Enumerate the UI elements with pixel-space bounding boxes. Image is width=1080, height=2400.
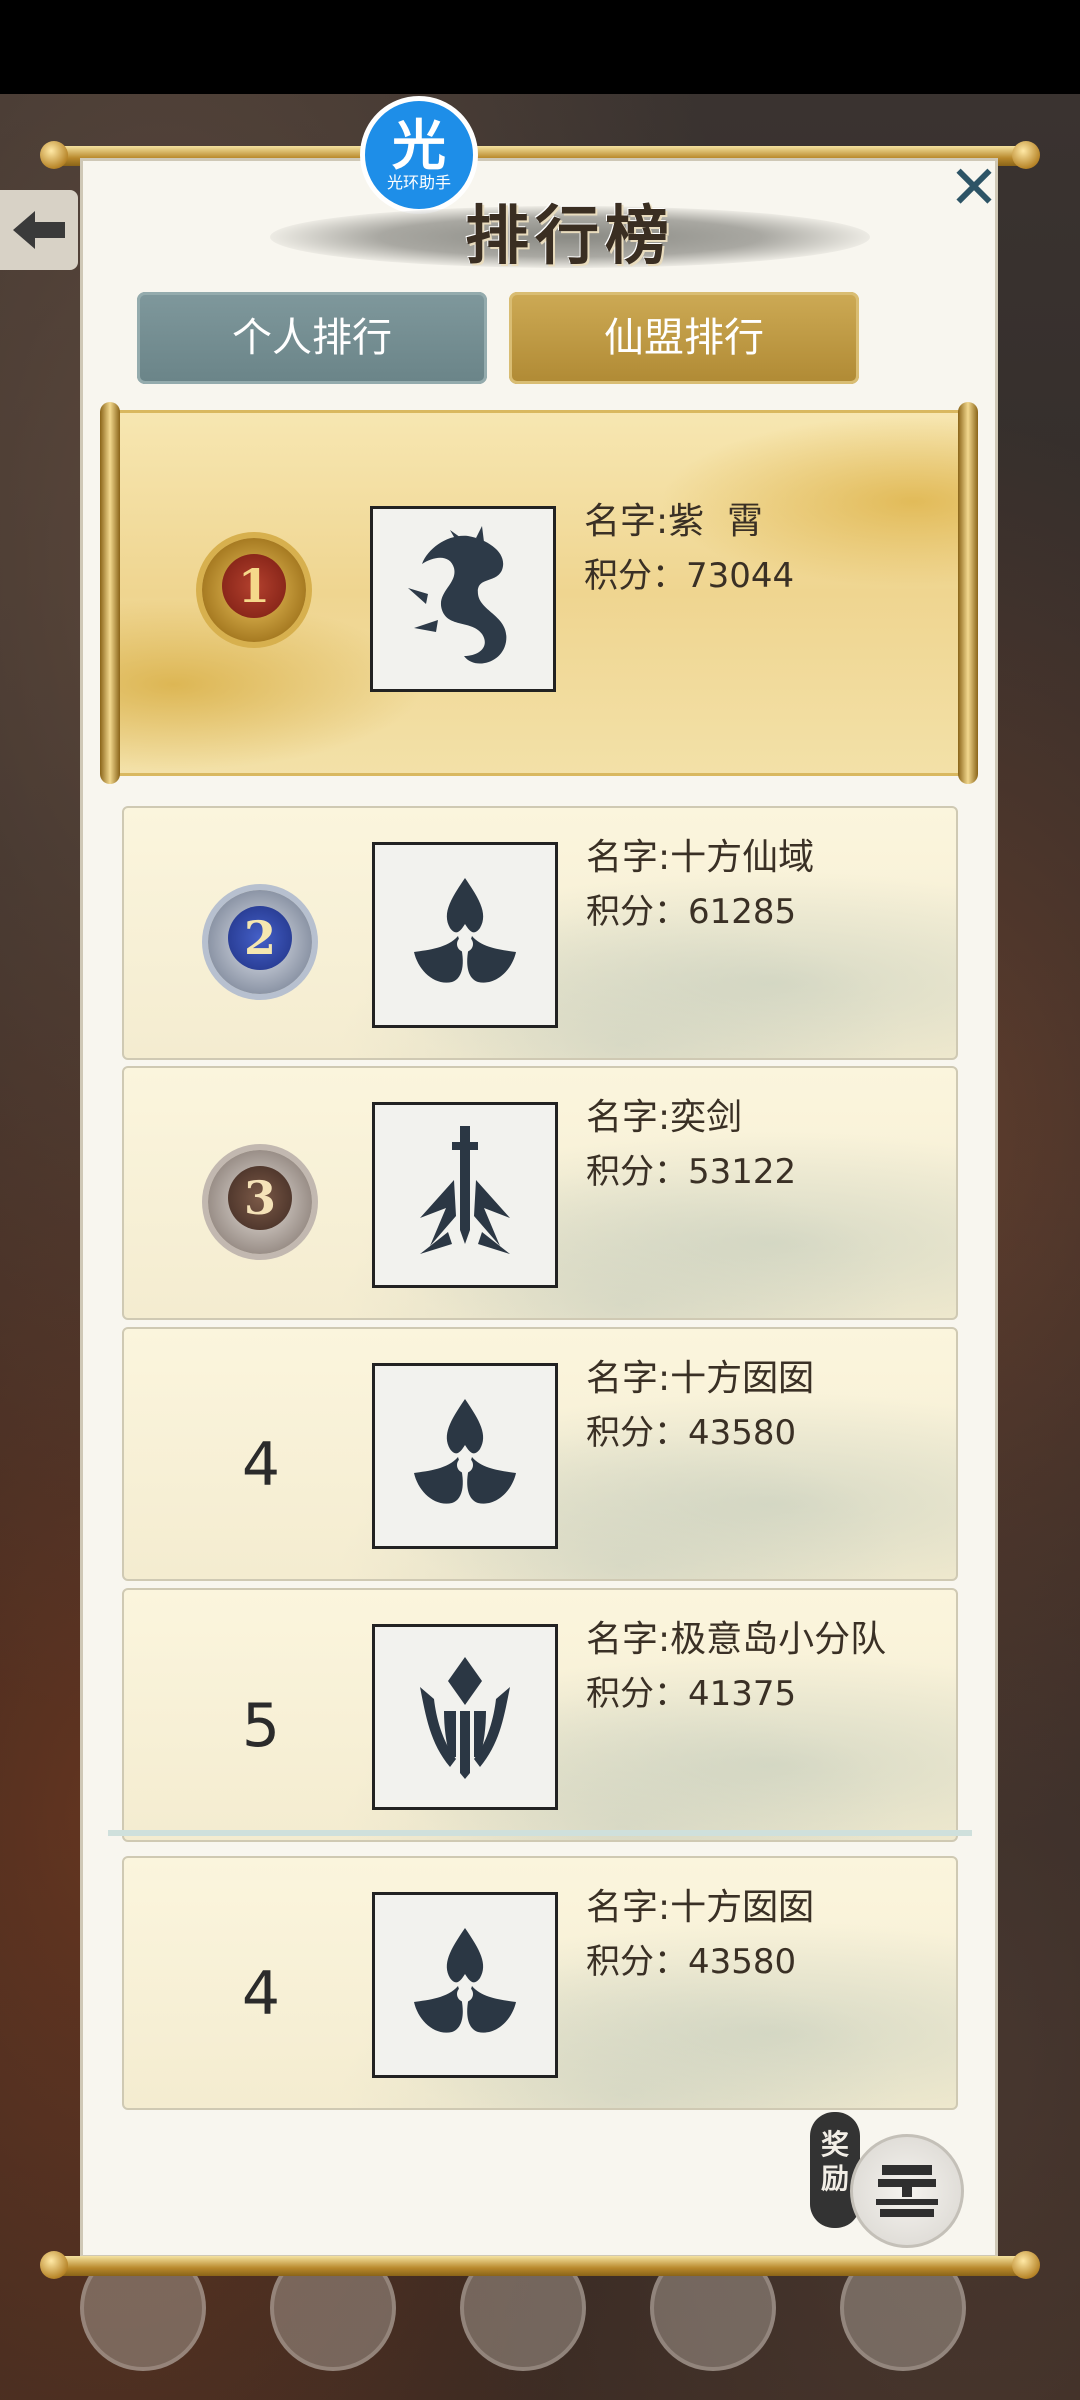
sword-icon	[420, 1126, 510, 1254]
guild-score: 积分：73044	[584, 556, 795, 596]
guild-emblem	[372, 1892, 558, 2078]
page-title: 排行榜	[465, 200, 675, 274]
status-bar	[0, 0, 1080, 94]
logo-char: 光	[392, 114, 446, 177]
rank-number: 4	[241, 1430, 281, 1500]
close-icon: ✕	[948, 153, 1000, 223]
guild-name: 名字:奕剑	[586, 1097, 743, 1138]
title-banner: 排行榜	[270, 192, 870, 282]
rank-medal-silver: 2	[186, 884, 336, 1004]
guild-emblem	[370, 506, 556, 692]
guild-score: 积分：43580	[586, 1413, 797, 1453]
reward-chest[interactable]	[850, 2134, 964, 2248]
tab-personal-ranking[interactable]: 个人排行	[137, 292, 487, 384]
tab-alliance-ranking[interactable]: 仙盟排行	[509, 292, 859, 384]
rank-medal-bronze: 3	[186, 1144, 336, 1264]
back-button[interactable]	[0, 190, 78, 270]
trefoil-icon	[414, 1399, 516, 1504]
guild-name: 名字:极意岛小分队	[586, 1619, 887, 1660]
rank-number: 5	[241, 1691, 281, 1761]
guild-emblem	[372, 1102, 558, 1288]
crown-icon	[420, 1657, 510, 1779]
guild-emblem	[372, 842, 558, 1028]
rank-number: 1	[222, 554, 286, 618]
guild-name: 名字:十方囡囡	[586, 1358, 815, 1399]
guild-score: 积分：53122	[586, 1152, 797, 1192]
guild-name: 名字:十方囡囡	[586, 1887, 815, 1928]
guild-name: 名字:十方仙域	[586, 837, 815, 878]
guild-score: 积分：41375	[586, 1674, 797, 1714]
close-button[interactable]: ✕	[946, 158, 1002, 218]
guild-score: 积分：43580	[586, 1942, 797, 1982]
guild-name: 名字:紫 霄	[584, 501, 764, 542]
list-item[interactable]: 4 名字:十方囡囡 积分：43580	[122, 1327, 958, 1581]
reward-button[interactable]: 奖励	[810, 2112, 964, 2252]
dragon-icon	[408, 526, 507, 664]
list-item[interactable]: 2 名字:十方仙域 积分：61285	[122, 806, 958, 1060]
scroll-rod-right	[958, 402, 978, 784]
guild-emblem	[372, 1624, 558, 1810]
rank-number: 3	[228, 1166, 292, 1230]
my-rank-row: 4 名字:十方囡囡 积分：43580	[122, 1856, 958, 2110]
guild-emblem	[372, 1363, 558, 1549]
list-item[interactable]: 5 名字:极意岛小分队 积分：41375	[122, 1588, 958, 1842]
trefoil-icon	[414, 1928, 516, 2033]
rank-number: 4	[241, 1959, 281, 2029]
list-item[interactable]: 3 名字:奕剑 积分：53122	[122, 1066, 958, 1320]
rank-medal-gold: 1	[180, 532, 330, 652]
scroll-rod-left	[100, 402, 120, 784]
guild-score: 积分：61285	[586, 892, 797, 932]
logo-text: 光环助手	[386, 173, 451, 192]
rank-number: 2	[228, 906, 292, 970]
scroll-rod-bottom	[40, 2251, 1040, 2279]
trefoil-icon	[414, 878, 516, 983]
back-arrow-icon	[13, 211, 65, 249]
treasure-chest-icon	[876, 2165, 938, 2217]
list-item[interactable]: 1 名字:紫 霄 积分：73044	[100, 402, 978, 784]
list-divider	[108, 1830, 972, 1836]
